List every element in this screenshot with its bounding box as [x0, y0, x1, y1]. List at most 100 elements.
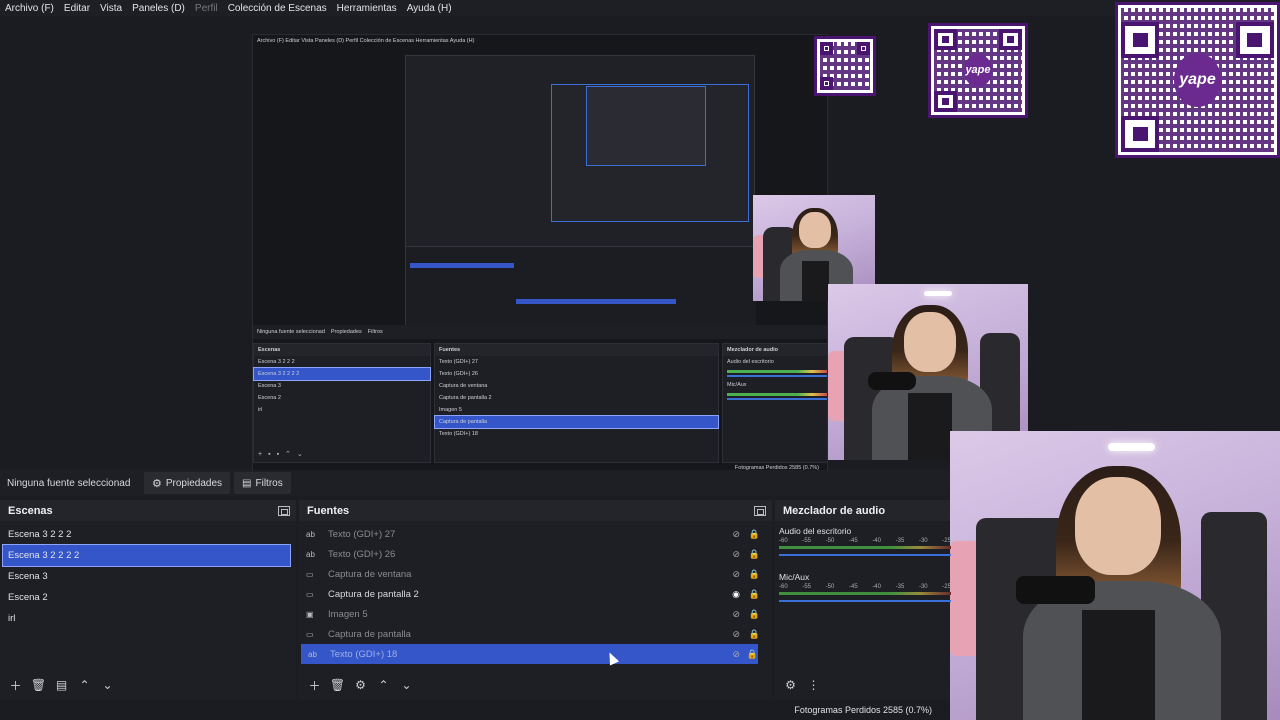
move-up-button[interactable]: ⌃ — [374, 676, 393, 695]
tick: -35 — [895, 538, 905, 544]
eye-hidden-icon[interactable]: ⊘ — [732, 569, 740, 580]
source-item[interactable]: ab Texto (GDI+) 27 ⊘ 🔒 — [299, 524, 772, 544]
tick: -25 — [942, 584, 951, 590]
tick: -50 — [825, 584, 835, 590]
properties-label: Propiedades — [165, 477, 223, 489]
lock-icon[interactable]: 🔒 — [749, 529, 760, 540]
eye-hidden-icon[interactable]: ⊘ — [732, 649, 740, 660]
filters-label: Filtros — [255, 477, 283, 489]
nested-mixer-mic: Mic/Aux — [727, 382, 747, 388]
source-item-selected[interactable]: ab Texto (GDI+) 18 ⊘ 🔒 — [301, 644, 758, 664]
source-item[interactable]: ▭ Captura de pantalla ⊘ 🔒 — [299, 624, 772, 644]
tick: -55 — [802, 538, 811, 544]
tick: -35 — [895, 584, 905, 590]
nested-scene: Escena 2 — [258, 395, 281, 401]
qr-code-small — [814, 36, 876, 96]
monitor-icon: ▭ — [306, 589, 314, 599]
move-down-button[interactable]: ⌄ — [98, 676, 117, 695]
tick: -55 — [802, 584, 811, 590]
lock-icon[interactable]: 🔒 — [749, 609, 760, 620]
source-item[interactable]: ab Texto (GDI+) 26 ⊘ 🔒 — [299, 544, 772, 564]
mixer-title: Mezclador de audio — [783, 504, 886, 517]
nested-source: Texto (GDI+) 26 — [439, 371, 478, 377]
eye-hidden-icon[interactable]: ⊘ — [732, 609, 740, 620]
text-icon: ab — [306, 549, 315, 559]
lock-icon[interactable]: 🔒 — [749, 629, 760, 640]
tick: -60 — [779, 584, 788, 590]
nested-sources-panel: Fuentes Texto (GDI+) 27 Texto (GDI+) 26 … — [434, 343, 719, 463]
remove-scene-button[interactable]: 🗑 — [29, 676, 48, 695]
menu-coleccion-escenas[interactable]: Colección de Escenas — [223, 3, 332, 14]
meter-ticks: -60 -55 -50 -45 -40 -35 -30 -25 — [779, 584, 951, 590]
eye-icon[interactable]: ◉ — [732, 589, 740, 600]
menu-ayuda[interactable]: Ayuda (H) — [402, 3, 457, 14]
nested-mini-scene-selection — [410, 263, 514, 268]
scenes-title: Escenas — [8, 504, 53, 517]
lock-icon[interactable]: 🔒 — [749, 589, 760, 600]
audio-mixer-dock: Mezclador de audio Audio del escritorio … — [775, 500, 951, 700]
sources-list: ab Texto (GDI+) 27 ⊘ 🔒 ab Texto (GDI+) 2… — [299, 521, 772, 664]
nested-scene-toolbar: +▪▪⌃⌄ — [258, 451, 309, 458]
eye-hidden-icon[interactable]: ⊘ — [732, 549, 740, 560]
source-properties-button[interactable]: ⚙ — [351, 676, 370, 695]
advanced-audio-button[interactable]: ⚙ — [781, 676, 800, 695]
source-item[interactable]: ▣ Imagen 5 ⊘ 🔒 — [299, 604, 772, 624]
menu-vista[interactable]: Vista — [95, 3, 127, 14]
properties-button[interactable]: ⚙ Propiedades — [144, 472, 231, 494]
nested-inner-capture — [405, 55, 756, 331]
nested-source: Captura de ventana — [439, 383, 488, 389]
qr-code-large: yape — [1115, 2, 1280, 158]
scenes-list: Escena 3 2 2 2 Escena 3 2 2 2 2 Escena 3… — [0, 521, 296, 629]
volume-slider[interactable] — [779, 600, 951, 602]
sources-title: Fuentes — [307, 504, 350, 517]
preview-canvas[interactable]: Archivo (F) Editar Vista Paneles (D) Per… — [0, 2, 1280, 476]
undock-icon[interactable] — [754, 505, 766, 516]
scene-item-selected[interactable]: Escena 3 2 2 2 2 — [2, 544, 291, 567]
more-options-icon[interactable]: ⋮ — [804, 676, 823, 695]
menu-herramientas[interactable]: Herramientas — [332, 3, 402, 14]
volume-meter — [779, 592, 951, 595]
menu-perfil[interactable]: Perfil — [190, 3, 223, 14]
meter-ticks: -60 -55 -50 -45 -40 -35 -30 -25 — [779, 538, 951, 544]
nested-mixer-desktop: Audio del escritorio — [727, 359, 774, 365]
move-up-button[interactable]: ⌃ — [75, 676, 94, 695]
scene-item[interactable]: Escena 3 2 2 2 — [0, 524, 290, 545]
dropped-frames: Fotogramas Perdidos 2585 (0.7%) — [794, 705, 932, 715]
filters-button[interactable]: ▤ Filtros — [234, 472, 291, 494]
eye-hidden-icon[interactable]: ⊘ — [732, 529, 740, 540]
remove-source-button[interactable]: 🗑 — [328, 676, 347, 695]
lock-icon[interactable]: 🔒 — [749, 549, 760, 560]
menu-editar[interactable]: Editar — [59, 3, 95, 14]
sources-toolbar: ＋ 🗑 ⚙ ⌃ ⌄ — [299, 674, 416, 696]
window-icon: ▭ — [306, 569, 314, 579]
source-label: Texto (GDI+) 27 — [328, 528, 396, 540]
mixer-toolbar: ⚙ ⋮ — [775, 674, 823, 696]
lock-icon[interactable]: 🔒 — [747, 649, 758, 660]
undock-icon[interactable] — [278, 505, 290, 516]
menu-archivo[interactable]: Archivo (F) — [0, 3, 59, 14]
add-scene-button[interactable]: ＋ — [6, 676, 25, 695]
add-source-button[interactable]: ＋ — [305, 676, 324, 695]
gear-icon: ⚙ — [152, 477, 162, 490]
sources-dock: Fuentes ab Texto (GDI+) 27 ⊘ 🔒 ab Texto … — [299, 500, 772, 700]
nested-scene: Escena 3 2 2 2 2 — [253, 367, 431, 381]
scene-item[interactable]: irl — [0, 608, 290, 629]
nested-no-source: Ninguna fuente seleccionad — [257, 329, 325, 335]
eye-hidden-icon[interactable]: ⊘ — [732, 629, 740, 640]
yape-logo: yape — [1173, 53, 1222, 107]
lock-icon[interactable]: 🔒 — [749, 569, 760, 580]
source-label: Captura de pantalla — [328, 628, 411, 640]
scene-item[interactable]: Escena 3 — [0, 566, 290, 587]
nested-source: Texto (GDI+) 27 — [439, 359, 478, 365]
volume-slider[interactable] — [779, 554, 951, 556]
qr-code-medium: yape — [928, 23, 1028, 118]
source-item[interactable]: ▭ Captura de pantalla 2 ◉ 🔒 — [299, 584, 772, 604]
menu-paneles[interactable]: Paneles (D) — [127, 3, 190, 14]
scene-filters-button[interactable]: ▤ — [52, 676, 71, 695]
no-source-label: Ninguna fuente seleccionad — [7, 477, 131, 489]
scene-item[interactable]: Escena 2 — [0, 587, 290, 608]
move-down-button[interactable]: ⌄ — [397, 676, 416, 695]
tick: -45 — [848, 584, 858, 590]
source-label: Texto (GDI+) 18 — [330, 648, 398, 660]
source-item[interactable]: ▭ Captura de ventana ⊘ 🔒 — [299, 564, 772, 584]
